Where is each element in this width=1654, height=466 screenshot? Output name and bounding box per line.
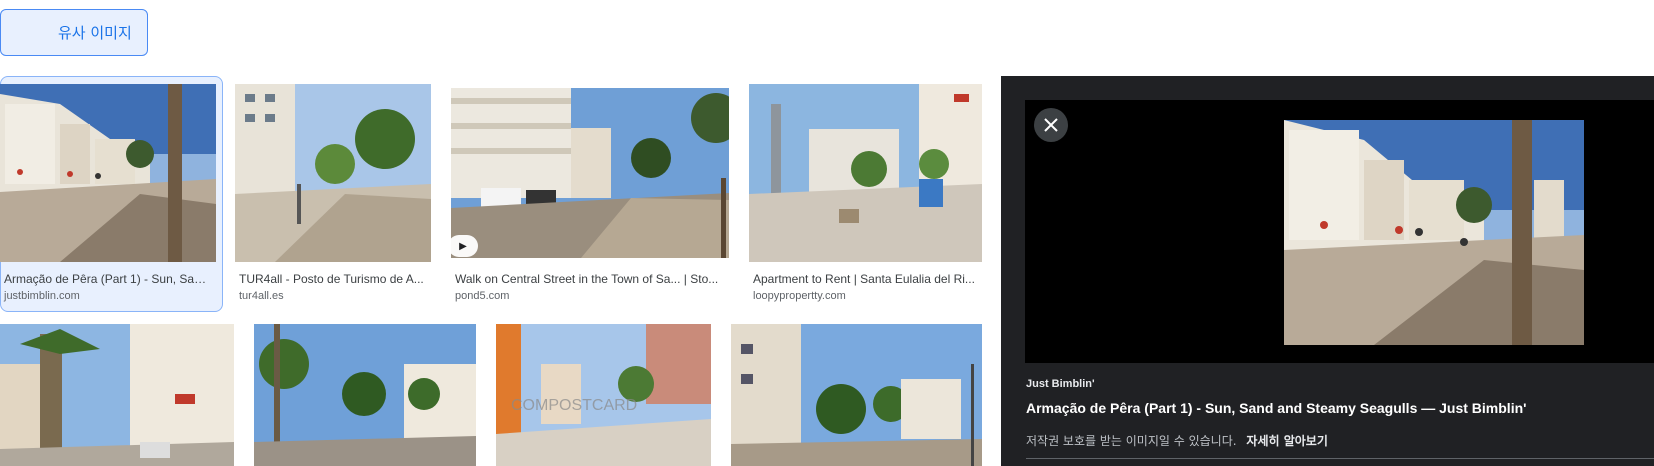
result-title-1[interactable]: Armação de Pêra (Part 1) - Sun, San... <box>4 272 210 286</box>
video-play-badge: ▶ <box>448 235 478 257</box>
result-thumbnail-6[interactable] <box>254 324 476 466</box>
result-title-3[interactable]: Walk on Central Street in the Town of Sa… <box>455 272 725 286</box>
similar-images-button[interactable]: 유사 이미지 <box>0 9 148 56</box>
watermark-text: COMPOSTCARD <box>511 397 637 414</box>
result-source-1: justbimblin.com <box>4 290 80 302</box>
copyright-notice-text: 저작권 보호를 받는 이미지일 수 있습니다. <box>1026 434 1237 448</box>
preview-source[interactable]: Just Bimblin' <box>1026 378 1095 390</box>
close-icon <box>1044 118 1058 132</box>
close-button[interactable] <box>1034 108 1068 142</box>
result-title-2[interactable]: TUR4all - Posto de Turismo de A... <box>239 272 431 286</box>
result-thumbnail-8[interactable] <box>731 324 982 466</box>
result-source-2: tur4all.es <box>239 290 284 302</box>
result-source-4: loopypropertty.com <box>753 290 846 302</box>
preview-image[interactable] <box>1284 120 1584 345</box>
preview-title[interactable]: Armação de Pêra (Part 1) - Sun, Sand and… <box>1026 400 1526 416</box>
result-thumbnail-7[interactable]: COMPOSTCARD <box>496 324 711 466</box>
result-thumbnail-1[interactable] <box>0 84 216 262</box>
panel-divider <box>1026 458 1654 459</box>
result-source-3: pond5.com <box>455 290 510 302</box>
learn-more-link[interactable]: 자세히 알아보기 <box>1246 434 1327 448</box>
result-thumbnail-2[interactable] <box>235 84 431 262</box>
result-thumbnail-3[interactable] <box>451 88 729 258</box>
play-icon: ▶ <box>459 240 467 252</box>
result-title-4[interactable]: Apartment to Rent | Santa Eulalia del Ri… <box>753 272 979 286</box>
result-thumbnail-4[interactable] <box>749 84 982 262</box>
result-thumbnail-5[interactable] <box>0 324 234 466</box>
copyright-notice: 저작권 보호를 받는 이미지일 수 있습니다. 자세히 알아보기 <box>1026 432 1328 449</box>
